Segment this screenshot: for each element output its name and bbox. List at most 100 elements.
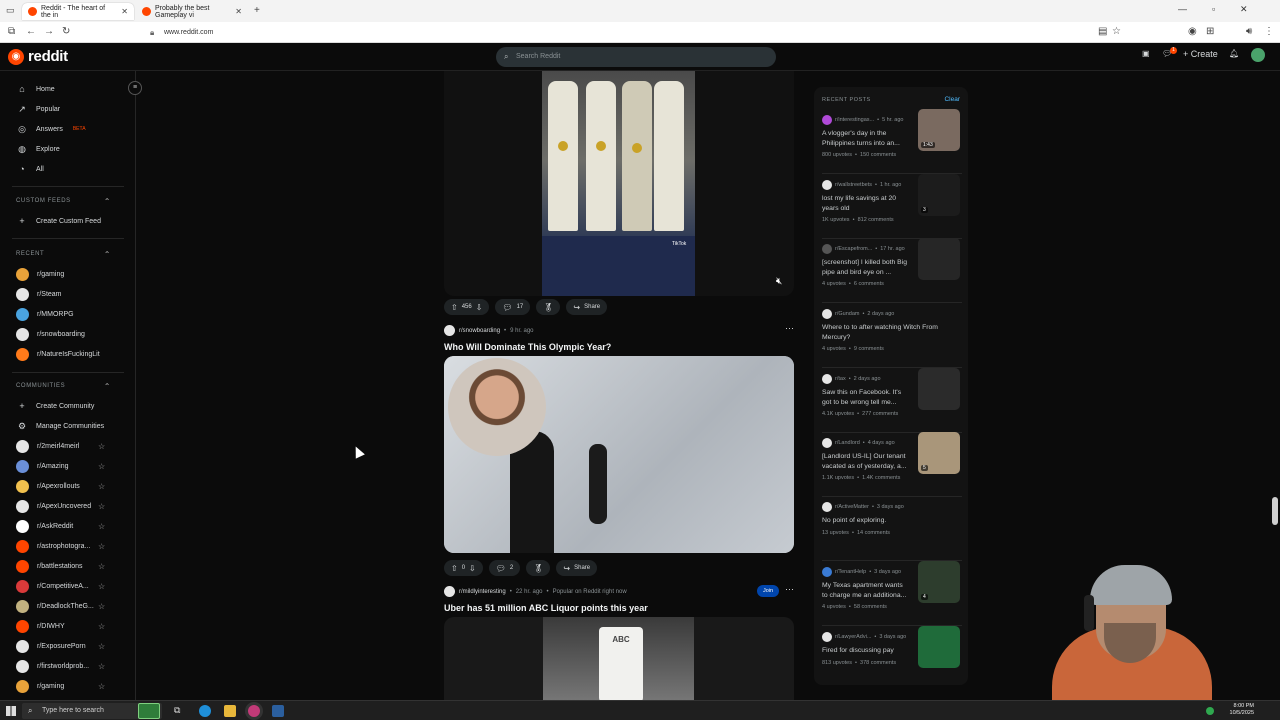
post-title[interactable]: Uber has 51 million ABC Liquor points th… [444, 603, 648, 613]
subreddit-name[interactable]: r/Gundam [835, 311, 859, 317]
share-button[interactable]: ↪ Share [566, 299, 608, 315]
downvote-icon[interactable]: ⇩ [476, 303, 483, 312]
advertise-icon[interactable]: ▣ [1142, 49, 1150, 58]
subreddit-name[interactable]: r/ActiveMatter [835, 504, 869, 510]
audio-icon[interactable]: 🔊︎ [1246, 26, 1252, 37]
favorite-star-icon[interactable]: ☆ [98, 602, 105, 611]
recent-post-thumbnail[interactable] [918, 626, 960, 668]
subreddit-name[interactable]: r/snowboarding [459, 328, 500, 334]
sidebar-item-popular[interactable]: ↗ Popular [16, 101, 126, 117]
award-button[interactable]: 🏅︎ [536, 299, 561, 315]
subreddit-avatar[interactable] [444, 586, 455, 597]
favorite-star-icon[interactable]: ☆ [98, 582, 105, 591]
recent-post[interactable]: r/tax • 2 days ago Saw this on Facebook. It… [822, 368, 962, 417]
upvote-icon[interactable]: ⇧ [451, 564, 458, 573]
maximize-icon[interactable]: ▫ [1212, 4, 1215, 14]
recent-post-thumbnail[interactable]: 4 [918, 561, 960, 603]
favorite-star-icon[interactable]: ☆ [98, 542, 105, 551]
recent-post-thumbnail[interactable]: 3 [918, 174, 960, 216]
more-options-icon[interactable]: ⋯ [785, 584, 794, 595]
favorite-star-icon[interactable]: ☆ [98, 662, 105, 671]
close-tab-icon[interactable]: ✕ [121, 7, 128, 16]
recent-item[interactable]: r/snowboarding [16, 326, 126, 342]
sidebar-item-home[interactable]: ⌂ Home [16, 81, 126, 97]
subreddit-name[interactable]: r/wallstreetbets [835, 182, 872, 188]
subreddit-name[interactable]: r/interestingas... [835, 117, 874, 123]
file-explorer-icon[interactable] [224, 705, 236, 717]
recent-post[interactable]: r/Landlord • 4 days ago [Landlord US-IL] Ou… [822, 432, 962, 481]
comments-button[interactable]: 💬︎ 2 [488, 560, 521, 576]
scrollbar-thumb[interactable] [1272, 497, 1278, 525]
favorite-star-icon[interactable]: ☆ [98, 462, 105, 471]
recent-post-thumbnail[interactable]: 1:43 [918, 109, 960, 151]
communities-item[interactable]: r/Apexrollouts ☆ [16, 478, 126, 494]
recent-post-title[interactable]: A vlogger's day in the Philippines turns… [822, 129, 910, 148]
recent-post-title[interactable]: No point of exploring. [822, 516, 952, 526]
favorite-star-icon[interactable]: ☆ [98, 642, 105, 651]
recent-post-thumbnail[interactable] [918, 368, 960, 410]
recent-item[interactable]: r/Steam [16, 286, 126, 302]
communities-item[interactable]: r/DeadlockTheG... ☆ [16, 598, 126, 614]
recent-item[interactable]: r/MMORPG [16, 306, 126, 322]
communities-item[interactable]: r/ExposurePorn ☆ [16, 638, 126, 654]
recent-post-title[interactable]: Where to to after watching Witch From Me… [822, 323, 952, 342]
recent-post-title[interactable]: Saw this on Facebook. It's got to be wro… [822, 388, 910, 407]
recent-post[interactable]: r/LawyerAdvi... • 3 days ago Fired for disc… [822, 626, 962, 668]
recent-post[interactable]: r/Gundam • 2 days ago Where to to after wat… [822, 309, 962, 352]
minimize-icon[interactable]: — [1178, 4, 1187, 14]
favorite-star-icon[interactable]: ☆ [98, 682, 105, 691]
recent-post-title[interactable]: Fired for discussing pay [822, 646, 910, 656]
recent-post-thumbnail[interactable]: 5 [918, 432, 960, 474]
communities-item[interactable]: r/AskReddit ☆ [16, 518, 126, 534]
comments-button[interactable]: 💬︎ 17 [495, 299, 531, 315]
tray-icon[interactable] [1206, 707, 1214, 715]
sidebar-toggle-icon[interactable]: ▭ [6, 5, 15, 16]
windows-start-icon[interactable] [6, 706, 16, 716]
post-video[interactable] [444, 356, 794, 553]
recent-post[interactable]: r/ActiveMatter • 3 days ago No point of exp… [822, 502, 962, 536]
taskbar-clock[interactable]: 8:00 PM 10/5/2025 [1220, 703, 1254, 717]
communities-item[interactable]: r/astrophotogra... ☆ [16, 538, 126, 554]
upvote-icon[interactable]: ⇧ [451, 303, 458, 312]
communities-item[interactable]: r/CompetitiveA... ☆ [16, 578, 126, 594]
recent-post-title[interactable]: [screenshot] I killed both Big pipe and … [822, 258, 910, 277]
recent-post[interactable]: r/wallstreetbets • 1 hr. ago lost my life s… [822, 174, 962, 223]
favorite-star-icon[interactable]: ☆ [98, 562, 105, 571]
subreddit-name[interactable]: r/TenantHelp [835, 569, 866, 575]
create-community[interactable]: + Create Community [16, 398, 126, 414]
downvote-icon[interactable]: ⇩ [469, 564, 476, 573]
communities-item[interactable]: r/firstworldprob... ☆ [16, 658, 126, 674]
favorite-icon[interactable]: ☆ [1112, 26, 1121, 37]
vote-button[interactable]: ⇧ 0 ⇩ [444, 560, 483, 576]
communities-item[interactable]: r/DIWHY ☆ [16, 618, 126, 634]
recent-post-title[interactable]: lost my life savings at 20 years old [822, 194, 910, 213]
recent-post-title[interactable]: My Texas apartment wants to charge me an… [822, 581, 910, 600]
collapse-sidebar-button[interactable]: ≡ [128, 81, 142, 95]
recent-item[interactable]: r/NatureIsFuckingLit [16, 346, 126, 362]
new-tab-button[interactable]: + [254, 5, 260, 16]
sidebar-item-answers[interactable]: ◎ Answers BETA [16, 121, 126, 137]
recent-post-thumbnail[interactable] [918, 238, 960, 280]
subreddit-name[interactable]: r/mildlyinteresting [459, 589, 506, 595]
edge-icon[interactable] [199, 705, 211, 717]
recent-post[interactable]: r/TenantHelp • 3 days ago My Texas apartmen… [822, 561, 962, 610]
task-view-icon[interactable]: ⧉ [174, 705, 186, 717]
manage-communities[interactable]: ⚙ Manage Communities [16, 418, 126, 434]
menu-icon[interactable]: ⋮ [1264, 26, 1274, 37]
browser-icon[interactable] [248, 705, 260, 717]
sidebar-item-all[interactable]: ◔ All [16, 161, 126, 177]
widgets-icon[interactable] [138, 703, 160, 719]
tab-actions-icon[interactable]: ⧉ [8, 26, 15, 37]
share-button[interactable]: ↪ Share [556, 560, 598, 576]
post-image[interactable]: ABC [444, 617, 794, 702]
recent-post-title[interactable]: [Landlord US-IL] Our tenant vacated as o… [822, 452, 910, 471]
recent-heading[interactable]: RECENT ⌃ [16, 250, 111, 259]
more-options-icon[interactable]: ⋯ [785, 323, 794, 334]
favorite-star-icon[interactable]: ☆ [98, 522, 105, 531]
communities-item[interactable]: r/2meirl4meirl ☆ [16, 438, 126, 454]
reader-view-icon[interactable]: ▤ [1098, 26, 1107, 37]
close-window-icon[interactable]: ✕ [1240, 4, 1248, 15]
back-icon[interactable]: ← [26, 26, 36, 37]
post-video[interactable]: TikTok 🔇︎ [444, 71, 794, 296]
notifications-icon[interactable]: 🔔︎ [1229, 49, 1239, 58]
